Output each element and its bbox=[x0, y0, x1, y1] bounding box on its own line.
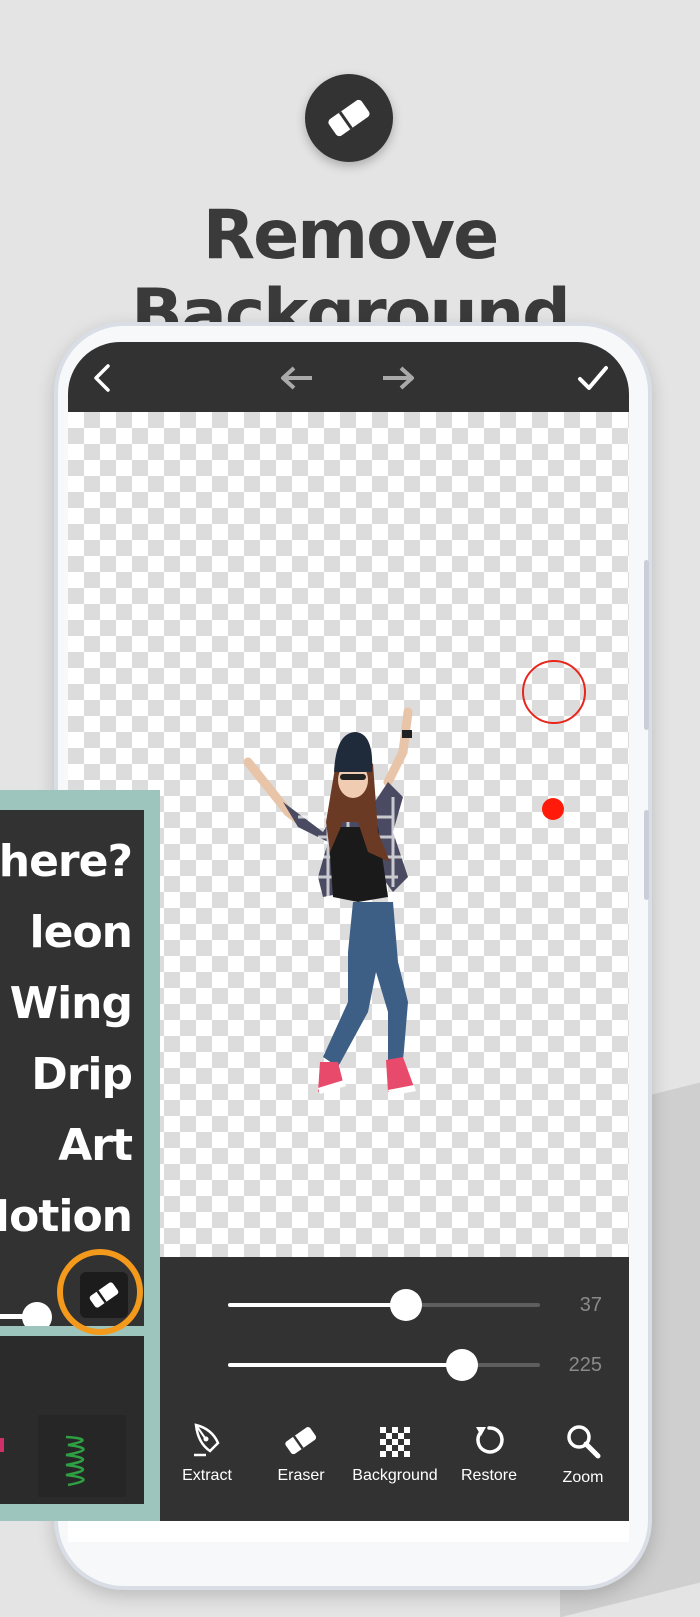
tool-label: Zoom bbox=[562, 1469, 604, 1486]
overlay-slider-knob[interactable] bbox=[22, 1302, 52, 1326]
list-item: Motion bbox=[0, 1191, 133, 1242]
tool-label: Extract bbox=[182, 1467, 232, 1484]
checkmark-icon[interactable] bbox=[571, 356, 615, 400]
tool-eraser[interactable]: Eraser bbox=[254, 1417, 348, 1485]
tool-label: Background bbox=[352, 1467, 438, 1484]
phone-side-button bbox=[644, 810, 649, 900]
dancing-woman-cutout bbox=[243, 707, 416, 1096]
list-item: Wing bbox=[9, 978, 133, 1029]
slider-knob[interactable] bbox=[389, 1289, 422, 1321]
text-list-card: here? leon Wing Drip Art Motion bbox=[0, 810, 144, 1326]
arrow-left-icon[interactable] bbox=[275, 356, 319, 400]
tool-panel: 37 225 Extract Eraser Background Restore… bbox=[160, 1257, 629, 1521]
slider-fill bbox=[228, 1363, 462, 1367]
pen-nib-icon bbox=[160, 1417, 254, 1457]
brush-cursor-dot[interactable] bbox=[542, 798, 564, 820]
magnifier-icon bbox=[536, 1419, 630, 1459]
brush-size-value: 37 bbox=[579, 1294, 602, 1316]
slider-fill bbox=[228, 1303, 406, 1307]
list-item: leon bbox=[29, 907, 133, 958]
chevron-left-icon[interactable] bbox=[80, 356, 124, 400]
editor-topbar bbox=[68, 342, 629, 412]
zoomed-overlay-panel: here? leon Wing Drip Art Motion bbox=[0, 790, 160, 1521]
eraser-icon bbox=[254, 1417, 348, 1457]
tool-background[interactable]: Background bbox=[348, 1417, 442, 1485]
slider-knob[interactable] bbox=[446, 1349, 478, 1381]
offset-slider[interactable] bbox=[228, 1349, 540, 1381]
eraser-icon bbox=[305, 74, 393, 162]
checkerboard-icon bbox=[348, 1417, 442, 1457]
scribble-thumbnail[interactable] bbox=[38, 1415, 126, 1497]
offset-value: 225 bbox=[568, 1354, 602, 1376]
list-item: Art bbox=[58, 1120, 133, 1171]
tool-extract[interactable]: Extract bbox=[160, 1417, 254, 1485]
arrow-right-icon[interactable] bbox=[376, 356, 420, 400]
list-item: Drip bbox=[31, 1049, 133, 1100]
tool-zoom[interactable]: Zoom bbox=[536, 1419, 630, 1487]
eraser-icon[interactable] bbox=[80, 1272, 128, 1318]
brush-cursor-ring[interactable] bbox=[522, 660, 586, 724]
tool-restore[interactable]: Restore bbox=[442, 1417, 536, 1485]
tool-label: Eraser bbox=[277, 1467, 325, 1484]
color-sliver bbox=[0, 1438, 4, 1452]
brush-size-slider[interactable] bbox=[228, 1289, 540, 1321]
tool-label: Restore bbox=[460, 1467, 518, 1484]
list-item: here? bbox=[0, 836, 133, 887]
phone-side-button bbox=[644, 560, 649, 730]
restore-icon bbox=[442, 1417, 536, 1457]
